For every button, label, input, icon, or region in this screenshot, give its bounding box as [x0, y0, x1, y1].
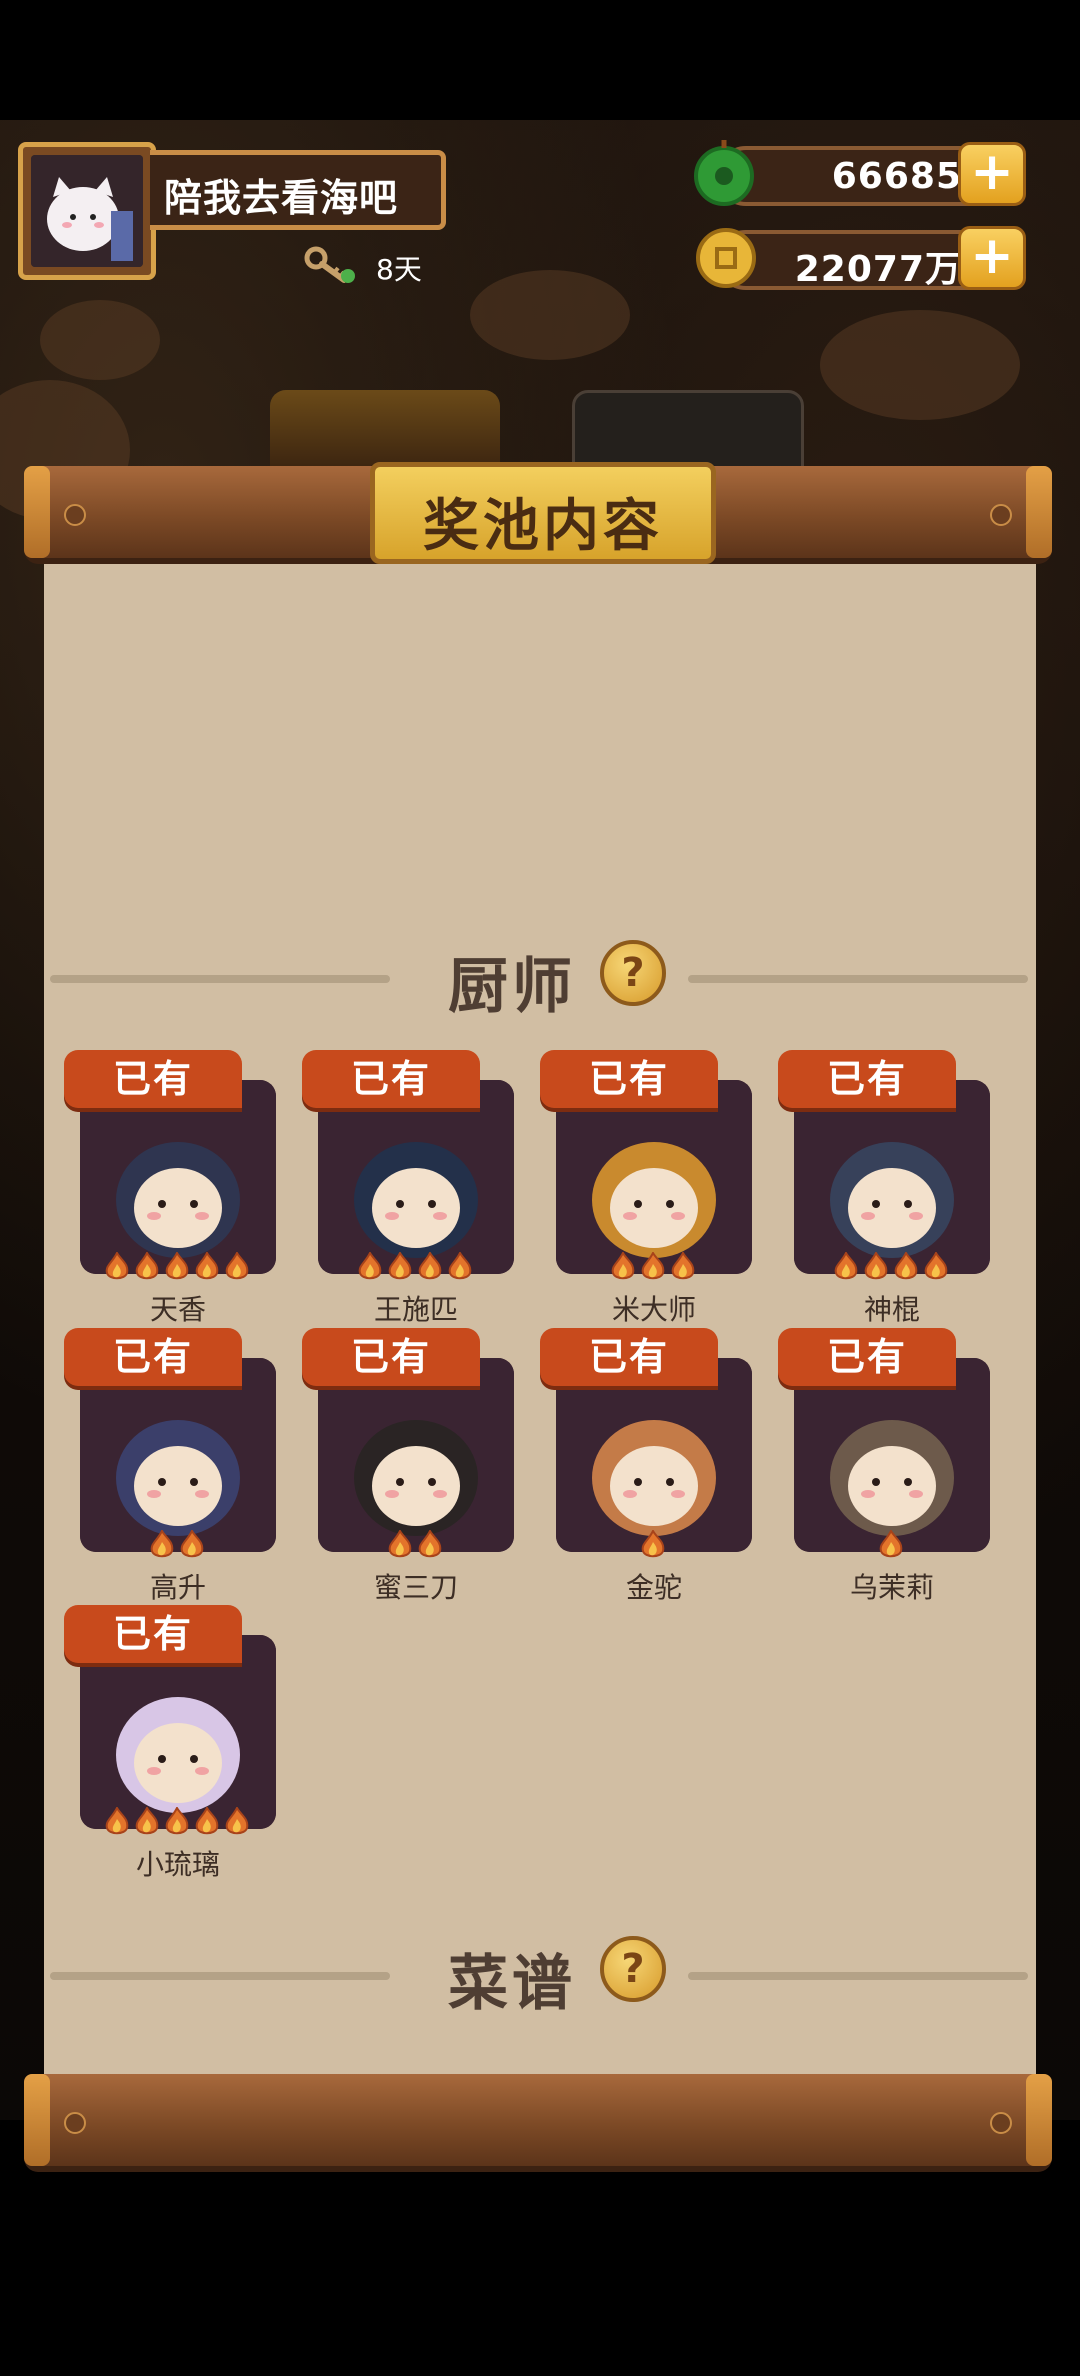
chef-portrait	[80, 1635, 276, 1829]
coin-icon	[690, 222, 760, 292]
flame-star-icon	[892, 1250, 920, 1282]
background-tab-right	[572, 390, 804, 470]
owned-tag: 已有	[64, 1050, 242, 1108]
flame-star-icon	[862, 1250, 890, 1282]
flame-star-icon	[193, 1805, 221, 1837]
flame-star-icon	[877, 1528, 905, 1560]
flame-star-icon	[103, 1250, 131, 1282]
owned-tag: 已有	[64, 1605, 242, 1663]
chef-name: 天香	[149, 1293, 206, 1326]
owned-tag: 已有	[302, 1050, 480, 1108]
chef-portrait	[556, 1080, 752, 1274]
background-tab-left	[270, 390, 500, 470]
chef-portrait	[80, 1358, 276, 1552]
flame-star-icon	[163, 1805, 191, 1837]
chef-name: 金驼	[625, 1571, 682, 1604]
player-name-box: 陪我去看海吧	[150, 150, 446, 230]
add-coins-button[interactable]: +	[958, 226, 1026, 290]
section-divider	[688, 1972, 1028, 1980]
flame-star-icon	[416, 1528, 444, 1560]
owned-tag: 已有	[64, 1328, 242, 1386]
chef-portrait	[80, 1080, 276, 1274]
chef-card[interactable]: 已有王施匹	[302, 1050, 514, 1326]
chef-portrait	[318, 1358, 514, 1552]
chef-name: 小琉璃	[135, 1848, 220, 1881]
section-divider	[50, 1972, 390, 1980]
chef-portrait	[556, 1358, 752, 1552]
star-rating	[639, 1528, 667, 1560]
section-divider	[688, 975, 1028, 983]
chef-name: 米大师	[611, 1293, 696, 1326]
owned-tag: 已有	[540, 1328, 718, 1386]
star-rating	[103, 1250, 251, 1282]
chef-name: 神棍	[863, 1293, 920, 1326]
chef-name: 王施匹	[373, 1293, 458, 1326]
panel-title-plate: 奖池内容	[370, 462, 716, 564]
star-rating	[356, 1250, 474, 1282]
flame-star-icon	[922, 1250, 950, 1282]
chef-card[interactable]: 已有金驼	[540, 1328, 752, 1604]
owned-tag: 已有	[540, 1050, 718, 1108]
owned-tag: 已有	[778, 1050, 956, 1108]
panel-title: 奖池内容	[423, 494, 663, 559]
section-title-recipes: 菜谱	[448, 1949, 576, 2019]
chef-card[interactable]: 已有小琉璃	[64, 1605, 276, 1881]
star-rating	[877, 1528, 905, 1560]
recipes-help-icon[interactable]: ?	[600, 1936, 666, 2002]
flame-star-icon	[163, 1250, 191, 1282]
key-icon	[304, 246, 358, 286]
flame-star-icon	[356, 1250, 384, 1282]
chef-name: 乌茉莉	[849, 1571, 934, 1604]
chef-card[interactable]: 已有乌茉莉	[778, 1328, 990, 1604]
chef-name: 蜜三刀	[373, 1571, 458, 1604]
flame-star-icon	[386, 1250, 414, 1282]
flame-star-icon	[386, 1528, 414, 1560]
chef-card[interactable]: 已有高升	[64, 1328, 276, 1604]
flame-star-icon	[133, 1250, 161, 1282]
star-rating	[103, 1805, 251, 1837]
chef-card[interactable]: 已有天香	[64, 1050, 276, 1326]
flame-star-icon	[178, 1528, 206, 1560]
section-divider	[50, 975, 390, 983]
chef-name: 高升	[149, 1571, 206, 1604]
scroll-bottom-roller	[24, 2074, 1052, 2166]
player-name: 陪我去看海吧	[164, 176, 399, 220]
chef-card[interactable]: 已有神棍	[778, 1050, 990, 1326]
flame-star-icon	[669, 1250, 697, 1282]
avatar-image	[31, 155, 143, 267]
flame-star-icon	[416, 1250, 444, 1282]
flame-star-icon	[446, 1250, 474, 1282]
player-avatar[interactable]	[18, 142, 156, 280]
flame-star-icon	[148, 1528, 176, 1560]
flame-star-icon	[832, 1250, 860, 1282]
coin-value: 22077万	[794, 249, 962, 290]
flame-star-icon	[223, 1250, 251, 1282]
flame-star-icon	[639, 1250, 667, 1282]
star-rating	[609, 1250, 697, 1282]
chef-portrait	[794, 1358, 990, 1552]
add-jade-button[interactable]: +	[958, 142, 1026, 206]
chef-portrait	[794, 1080, 990, 1274]
chef-card[interactable]: 已有米大师	[540, 1050, 752, 1326]
star-rating	[148, 1528, 206, 1560]
star-rating	[832, 1250, 950, 1282]
flame-star-icon	[103, 1805, 131, 1837]
flame-star-icon	[223, 1805, 251, 1837]
owned-tag: 已有	[302, 1328, 480, 1386]
owned-tag: 已有	[778, 1328, 956, 1386]
flame-star-icon	[609, 1250, 637, 1282]
chef-portrait	[318, 1080, 514, 1274]
flame-star-icon	[193, 1250, 221, 1282]
chef-card[interactable]: 已有蜜三刀	[302, 1328, 514, 1604]
flame-star-icon	[133, 1805, 161, 1837]
days-remaining: 8天	[376, 253, 422, 286]
flame-star-icon	[639, 1528, 667, 1560]
section-title-chefs: 厨师	[448, 952, 576, 1022]
star-rating	[386, 1528, 444, 1560]
jade-value: 66685	[831, 156, 962, 197]
jade-icon	[690, 138, 760, 208]
chefs-help-icon[interactable]: ?	[600, 940, 666, 1006]
